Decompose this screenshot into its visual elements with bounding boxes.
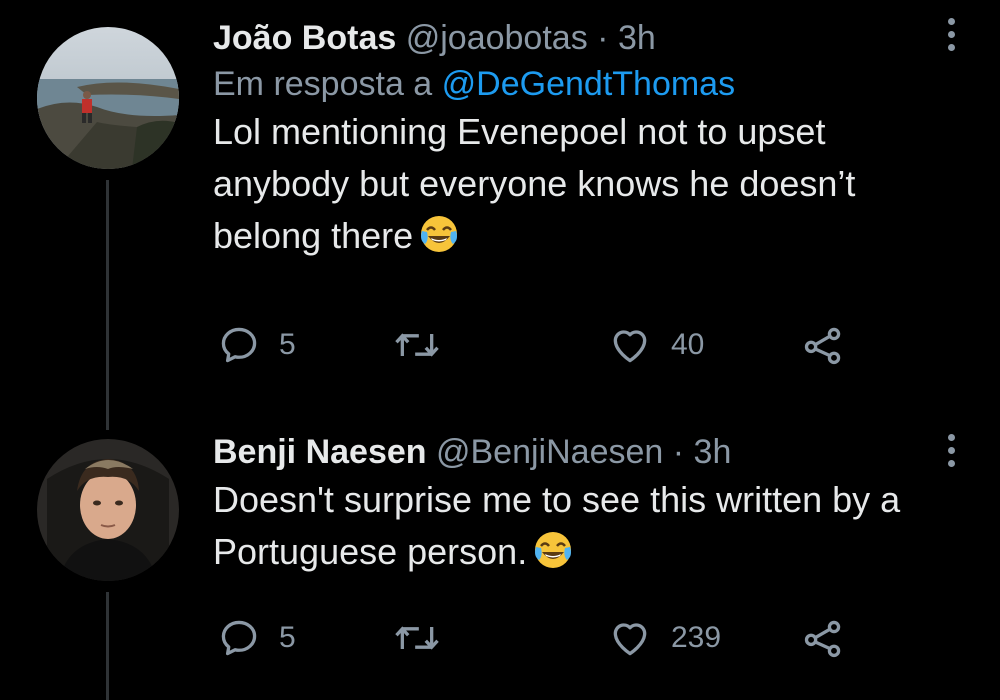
share-icon (804, 620, 841, 658)
author-handle[interactable]: @joaobotas (406, 19, 588, 57)
reply-button[interactable]: 5 (217, 616, 296, 660)
retweet-icon (395, 333, 439, 357)
like-count: 239 (671, 621, 722, 654)
share-icon (804, 327, 841, 365)
tweet-header: João Botas @joaobotas · 3h (213, 18, 940, 58)
tweet-actions: 5 40 (213, 323, 853, 373)
tweet[interactable]: João Botas @joaobotas · 3h Em resposta a… (0, 0, 1000, 420)
like-button[interactable]: 40 (607, 323, 704, 367)
more-options-icon[interactable] (944, 18, 958, 51)
tweet[interactable]: Benji Naesen @BenjiNaesen · 3h Doesn't s… (0, 420, 1000, 700)
laughing-emoji-icon (533, 530, 573, 570)
share-button[interactable] (801, 616, 845, 660)
tweet-text: Lol mentioning Evenepoel not to upset an… (213, 106, 940, 262)
separator-dot: · (672, 433, 685, 471)
reply-count: 5 (279, 328, 296, 361)
separator-dot: · (597, 19, 609, 57)
retweet-icon (395, 626, 439, 650)
reply-icon (221, 620, 257, 656)
avatar[interactable] (37, 27, 179, 169)
laughing-emoji-icon (419, 214, 459, 254)
timestamp[interactable]: 3h (694, 433, 732, 471)
like-count: 40 (671, 328, 705, 361)
more-options-icon[interactable] (944, 434, 958, 467)
author-handle[interactable]: @BenjiNaesen (436, 433, 663, 471)
tweet-text-body: Lol mentioning Evenepoel not to upset an… (213, 111, 856, 256)
like-button[interactable]: 239 (607, 616, 721, 660)
heart-icon (613, 330, 647, 363)
heart-icon (613, 623, 647, 656)
author-name[interactable]: João Botas (213, 19, 396, 57)
retweet-button[interactable] (393, 323, 459, 367)
avatar[interactable] (37, 439, 179, 581)
reply-icon (221, 327, 257, 363)
reply-prefix: Em resposta a (213, 65, 433, 103)
retweet-button[interactable] (393, 616, 459, 660)
reply-mention-link[interactable]: @DeGendtThomas (442, 65, 735, 103)
tweet-header: Benji Naesen @BenjiNaesen · 3h (213, 432, 940, 472)
tweet-actions: 5 239 (213, 616, 853, 666)
avatar-image (37, 27, 179, 169)
tweet-text: Doesn't surprise me to see this written … (213, 474, 940, 578)
reply-button[interactable]: 5 (217, 323, 296, 367)
author-name[interactable]: Benji Naesen (213, 433, 427, 471)
reply-count: 5 (279, 621, 296, 654)
reply-context: Em resposta a @DeGendtThomas (213, 64, 940, 104)
avatar-image (37, 439, 179, 581)
share-button[interactable] (801, 323, 845, 367)
timestamp[interactable]: 3h (618, 19, 656, 57)
